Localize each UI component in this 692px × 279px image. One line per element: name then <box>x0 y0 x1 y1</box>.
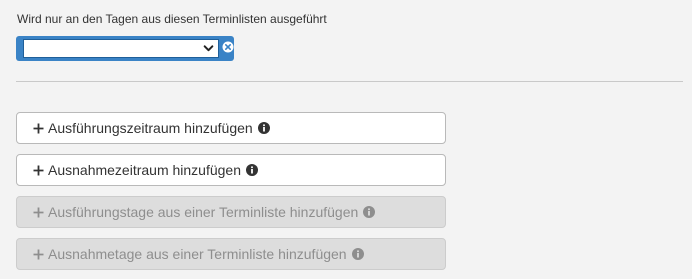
info-icon[interactable] <box>246 164 259 176</box>
info-icon[interactable] <box>351 248 364 260</box>
plus-icon <box>33 207 44 217</box>
button-label: Ausführungstage aus einer Terminliste hi… <box>48 204 359 220</box>
info-icon[interactable] <box>257 122 270 134</box>
terminliste-select-group <box>16 36 234 61</box>
terminliste-select[interactable] <box>23 39 219 58</box>
button-label: Ausnahmetage aus einer Terminliste hinzu… <box>48 246 347 262</box>
add-ausfuehrungszeitraum-button[interactable]: Ausführungszeitraum hinzufügen <box>16 112 446 144</box>
plus-icon <box>33 249 44 259</box>
clear-circle-icon[interactable] <box>222 41 234 53</box>
divider <box>16 81 683 82</box>
terminlisten-label: Wird nur an den Tagen aus diesen Terminl… <box>17 12 327 26</box>
button-label: Ausnahmezeitraum hinzufügen <box>48 162 242 178</box>
plus-icon <box>33 165 44 175</box>
chevron-down-icon <box>203 45 214 52</box>
info-icon[interactable] <box>363 206 376 218</box>
button-label: Ausführungszeitraum hinzufügen <box>48 120 253 136</box>
plus-icon <box>33 123 44 133</box>
add-ausnahmezeitraum-button[interactable]: Ausnahmezeitraum hinzufügen <box>16 154 446 186</box>
add-ausnahmetage-button[interactable]: Ausnahmetage aus einer Terminliste hinzu… <box>16 238 446 270</box>
add-ausfuehrungstage-button[interactable]: Ausführungstage aus einer Terminliste hi… <box>16 196 446 228</box>
